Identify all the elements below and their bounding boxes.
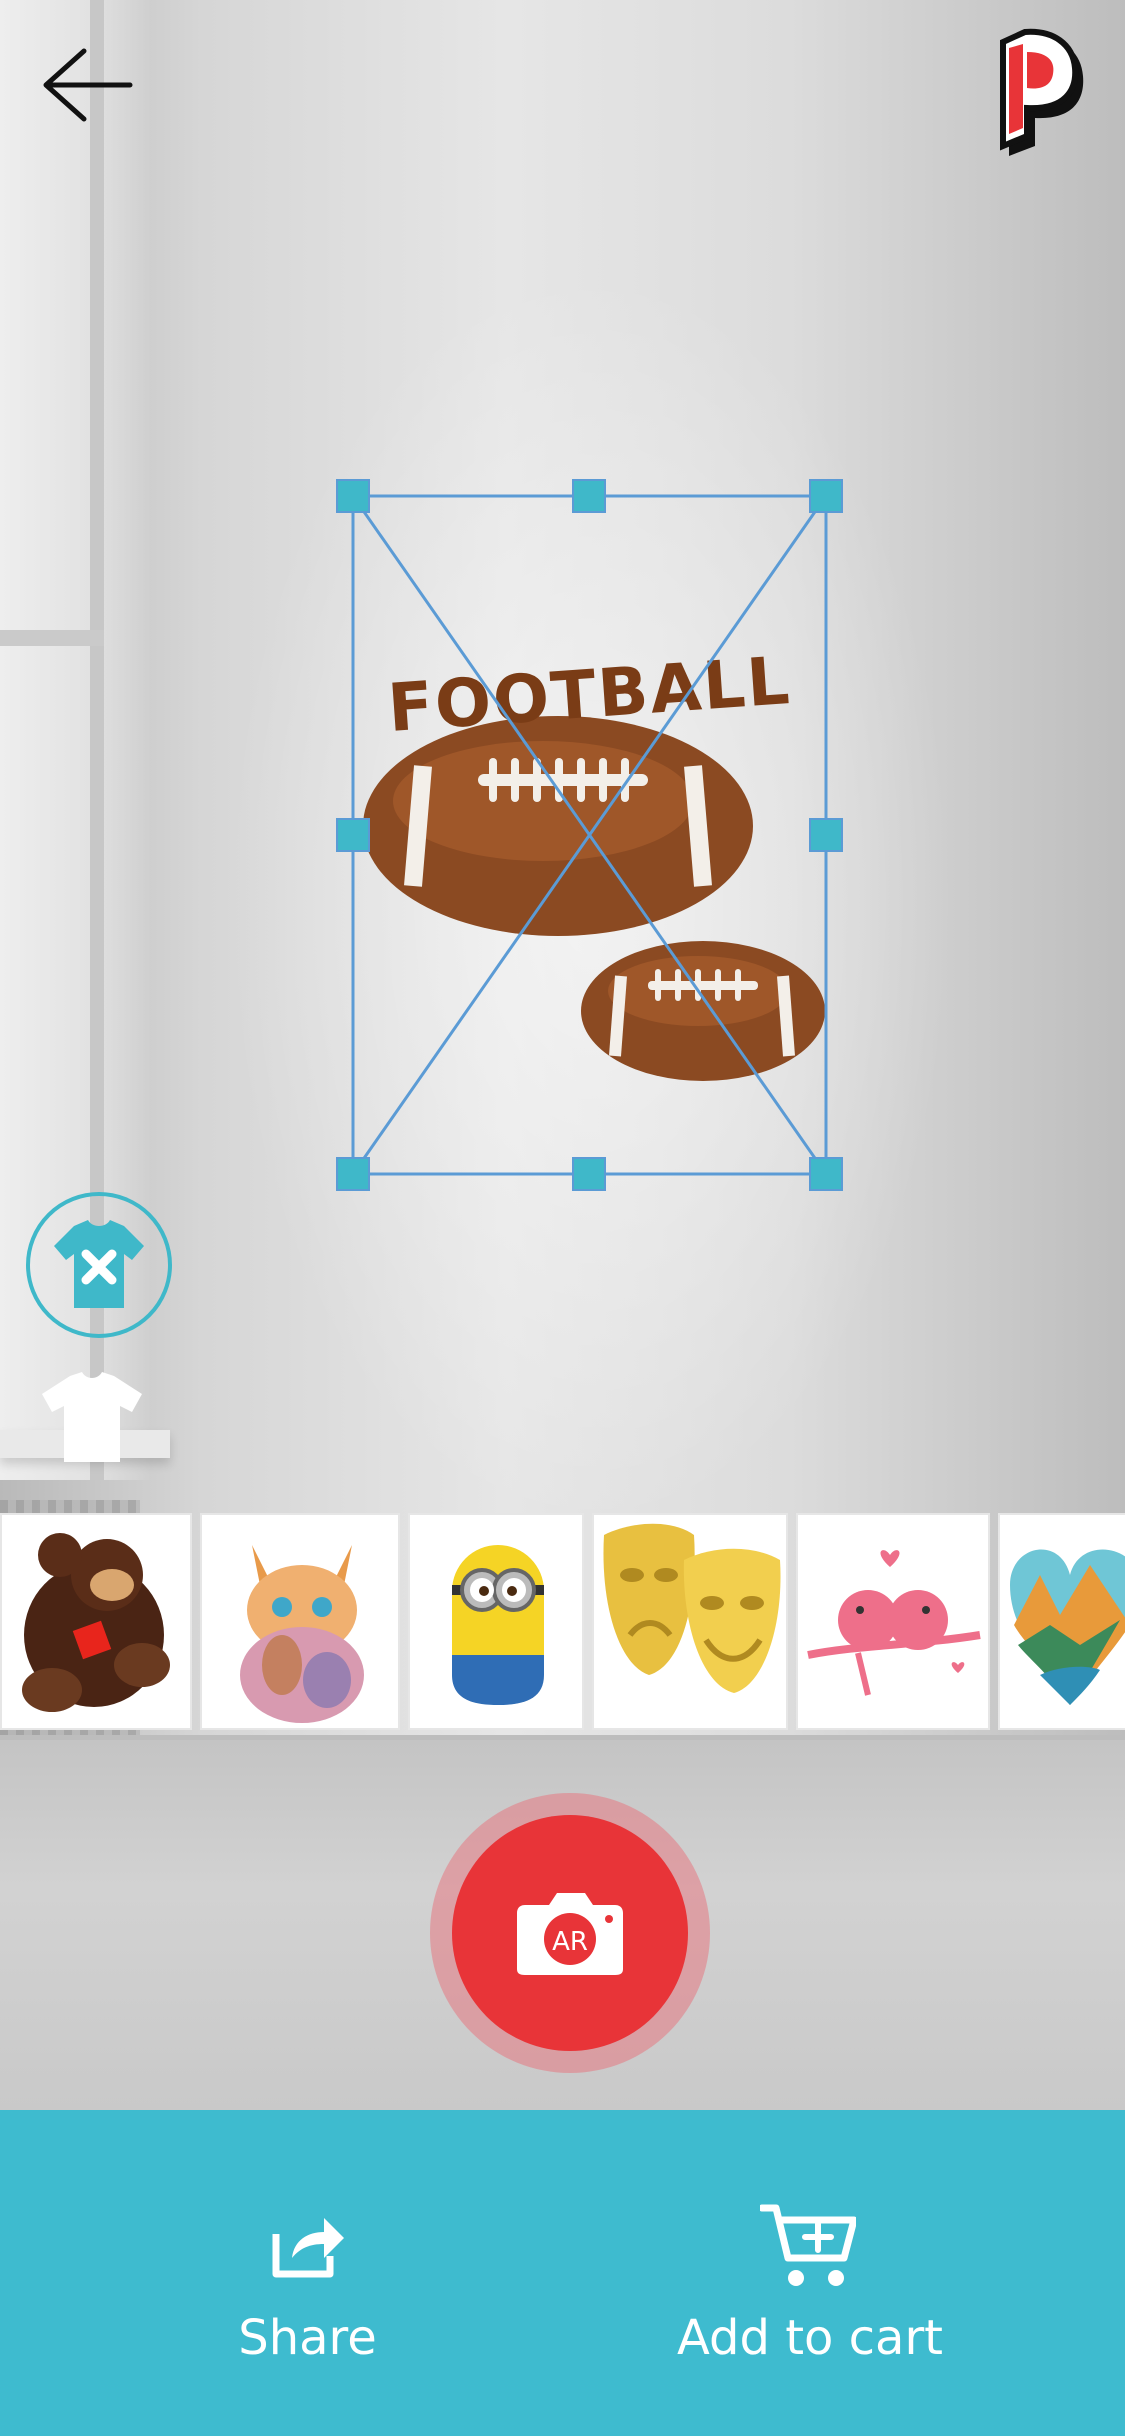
thumbnail-love-birds[interactable] bbox=[796, 1513, 990, 1730]
resize-handle bbox=[572, 1157, 606, 1191]
share-button[interactable]: Share bbox=[180, 2110, 435, 2436]
capture-button-core[interactable]: AR bbox=[452, 1815, 688, 2051]
thumbnail-minion[interactable] bbox=[408, 1513, 584, 1730]
theater-masks-design bbox=[603, 1523, 781, 1693]
resize-handle bbox=[336, 1157, 370, 1191]
tshirt-icon bbox=[42, 1372, 142, 1462]
selected-design-transform-box[interactable]: FOOTBALL bbox=[336, 479, 843, 1191]
ar-label: AR bbox=[552, 1927, 588, 1957]
add-to-cart-label: Add to cart bbox=[677, 2310, 943, 2366]
ar-capture-button[interactable]: AR bbox=[430, 1793, 710, 2073]
thumbnail-gorilla[interactable] bbox=[0, 1513, 192, 1730]
arrow-left-icon bbox=[43, 48, 133, 122]
design-picker-strip[interactable] bbox=[0, 1513, 1125, 1730]
window-bar bbox=[0, 630, 104, 646]
add-to-cart-button[interactable]: Add to cart bbox=[660, 2110, 960, 2436]
share-label: Share bbox=[238, 2310, 377, 2366]
selection-frame bbox=[336, 479, 843, 1191]
back-button[interactable] bbox=[40, 45, 135, 125]
resize-handle bbox=[809, 1157, 843, 1191]
love-birds-design bbox=[807, 1550, 981, 1696]
thumbnail-kitten[interactable] bbox=[200, 1513, 400, 1730]
thumbnail-heart-landscape[interactable] bbox=[998, 1513, 1125, 1730]
heart-landscape-design bbox=[1010, 1549, 1125, 1705]
p-logo-icon bbox=[995, 28, 1087, 163]
minion-design bbox=[452, 1545, 544, 1705]
remove-shirt-button[interactable] bbox=[26, 1192, 172, 1338]
resize-handle bbox=[572, 479, 606, 513]
thumbnail-theater-masks[interactable] bbox=[592, 1513, 788, 1730]
resize-handle bbox=[809, 479, 843, 513]
kitten-design bbox=[240, 1545, 364, 1723]
bottom-action-bar: Share Add to cart bbox=[0, 2110, 1125, 2436]
resize-handle bbox=[336, 479, 370, 513]
resize-handle bbox=[336, 818, 370, 852]
tshirt-remove-icon bbox=[54, 1220, 144, 1308]
gorilla-design bbox=[22, 1533, 170, 1712]
resize-handle bbox=[809, 818, 843, 852]
share-icon bbox=[272, 2218, 344, 2278]
add-to-cart-icon bbox=[760, 2204, 856, 2286]
shirt-button[interactable] bbox=[40, 1372, 144, 1462]
